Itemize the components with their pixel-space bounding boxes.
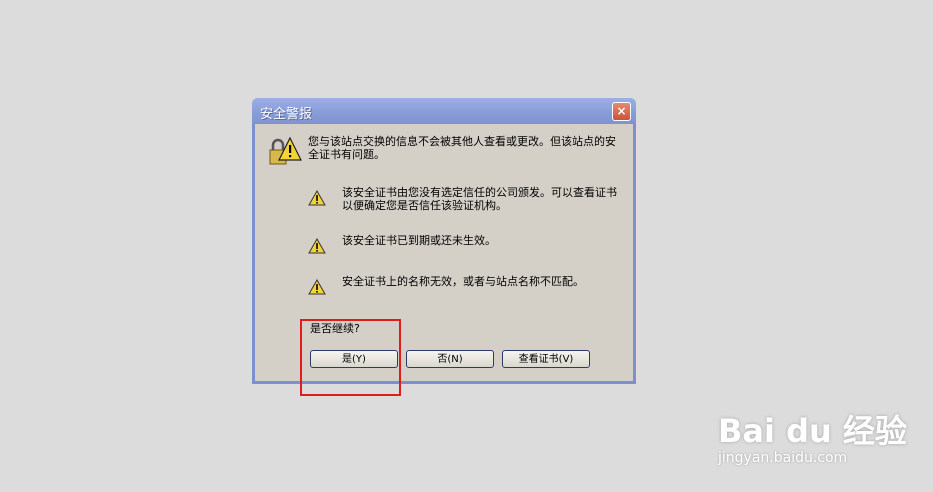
warning-icon [308, 190, 326, 206]
warning-icon [308, 238, 326, 254]
warning-text: 该安全证书由您没有选定信任的公司颁发。可以查看证书以便确定您是否信任该验证机构。 [342, 186, 617, 212]
no-button[interactable]: 否(N) [406, 350, 494, 368]
view-certificate-button[interactable]: 查看证书(V) [502, 350, 590, 368]
baidu-jingyan-watermark: Bai du 经验 jingyan.baidu.com [718, 400, 918, 470]
close-button[interactable]: × [612, 102, 631, 121]
warning-text: 安全证书上的名称无效，或者与站点名称不匹配。 [342, 275, 584, 288]
watermark-url: jingyan.baidu.com [718, 450, 848, 466]
dialog-titlebar[interactable]: 安全警报 × [252, 98, 636, 124]
watermark-logo: Bai du 经验 [718, 412, 907, 450]
main-message: 您与该站点交换的信息不会被其他人查看或更改。但该站点的安全证书有问题。 [308, 135, 616, 161]
warning-text: 该安全证书已到期或还未生效。 [342, 234, 496, 247]
annotation-highlight-box [300, 319, 401, 396]
warning-icon [308, 279, 326, 295]
dialog-title: 安全警报 [260, 107, 313, 122]
lock-warning-icon [269, 136, 302, 165]
